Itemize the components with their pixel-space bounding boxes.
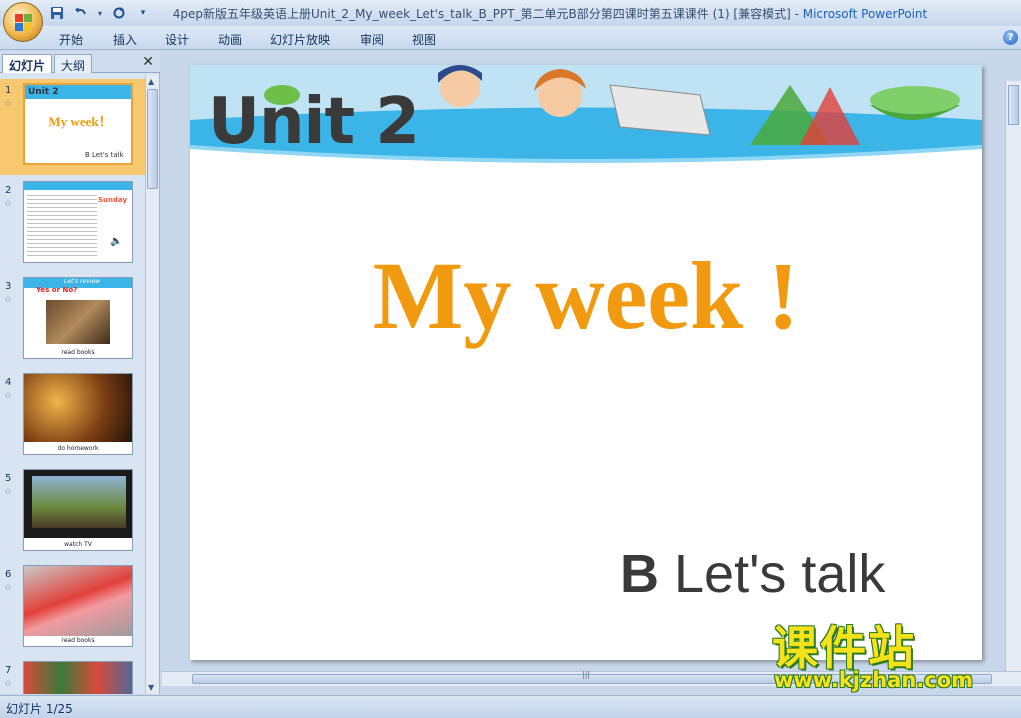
slide-thumbnail-5[interactable]: 5 ☆ watch TV [0, 467, 145, 557]
thumb-photo [46, 300, 110, 344]
slide-title[interactable]: My week ! [190, 240, 982, 351]
scroll-thumb[interactable] [147, 89, 158, 189]
animation-star-icon: ☆ [4, 199, 13, 209]
thumb-caption: read books [61, 637, 95, 644]
thumb-photo [24, 566, 132, 636]
tab-view[interactable]: 视图 [412, 31, 436, 48]
subtitle-part-letter: B [620, 544, 659, 604]
slide-thumbnail-1[interactable]: 1 ☆ Unit 2 My week！ B Let's talk [0, 79, 145, 175]
grip-icon: ||| [582, 670, 591, 679]
slide-thumbnail-list: 1 ☆ Unit 2 My week！ B Let's talk 2 ☆ Sun… [0, 75, 145, 694]
slide-scrollbar-vertical[interactable] [1005, 81, 1021, 681]
thumb-title: My week！ [48, 114, 112, 129]
animation-star-icon: ☆ [4, 679, 13, 689]
slide-thumbnail-image: Let's review Yes or No? read books [23, 277, 133, 359]
slide-thumbnail-2[interactable]: 2 ☆ Sunday 🔈 [0, 179, 145, 269]
animation-star-icon: ☆ [4, 391, 13, 401]
tab-insert[interactable]: 插入 [113, 31, 137, 48]
watermark-url: www.kjzhan.com [774, 668, 974, 692]
pane-tabs: 幻灯片 大纲 ✕ [0, 51, 160, 73]
title-separator: - [790, 7, 803, 21]
animation-star-icon: ☆ [4, 99, 13, 109]
slide-thumbnail-image: Unit 2 My week！ B Let's talk [23, 83, 133, 165]
animation-star-icon: ☆ [4, 295, 13, 305]
slide-thumbnail-image: do homework [23, 373, 133, 455]
tab-review[interactable]: 审阅 [360, 31, 384, 48]
thumb-photo [24, 374, 132, 442]
slide-number: 3 [5, 281, 12, 292]
unit-title[interactable]: Unit 2 [208, 85, 420, 159]
thumb-tag: Yes or No? [36, 286, 78, 294]
slide-thumbnail-3[interactable]: 3 ☆ Let's review Yes or No? read books [0, 275, 145, 365]
help-icon[interactable]: ? [1003, 30, 1018, 45]
thumb-banner [24, 182, 132, 190]
animation-star-icon: ☆ [4, 583, 13, 593]
slide-number: 4 [5, 377, 12, 388]
thumb-text-lines [27, 192, 97, 256]
scroll-down-icon[interactable]: ▼ [148, 683, 154, 692]
scroll-thumb[interactable] [1008, 85, 1019, 125]
slide-thumbnail-image: read books [23, 565, 133, 647]
thumb-caption: watch TV [64, 541, 92, 548]
subtitle-text: Let's talk [659, 544, 886, 604]
redo-icon[interactable] [110, 5, 128, 22]
slide-number: 2 [5, 185, 12, 196]
office-button[interactable] [3, 2, 43, 42]
office-logo-icon [15, 14, 33, 32]
tab-slides[interactable]: 幻灯片 [2, 54, 53, 73]
slides-pane: 幻灯片 大纲 ✕ 1 ☆ Unit 2 My week！ B Let's tal… [0, 51, 160, 694]
current-slide[interactable]: Unit 2 My week ! B Let's talk [190, 65, 982, 660]
window-title: 4pep新版五年级英语上册Unit_2_My_week_Let's_talk_B… [150, 5, 950, 22]
tab-outline[interactable]: 大纲 [54, 54, 93, 73]
scroll-up-icon[interactable]: ▲ [148, 77, 154, 86]
slide-counter: 幻灯片 1/25 [6, 702, 73, 716]
title-bar: ▾ ▾ 4pep新版五年级英语上册Unit_2_My_week_Let's_ta… [0, 0, 1021, 42]
save-icon[interactable] [48, 5, 66, 22]
slide-thumbnail-4[interactable]: 4 ☆ do homework [0, 371, 145, 461]
thumb-title: Sunday [98, 196, 128, 204]
watermark-logo: 课件站 www.kjzhan.com [768, 612, 1008, 698]
chevron-down-icon[interactable]: ▾ [96, 5, 104, 22]
thumb-photo [32, 476, 126, 528]
slide-number: 5 [5, 473, 12, 484]
thumbnail-scrollbar[interactable]: ▲ ▼ [145, 75, 159, 694]
slide-number: 6 [5, 569, 12, 580]
slide-editor: Unit 2 My week ! B Let's talk ||| [162, 51, 1021, 694]
tab-design[interactable]: 设计 [165, 31, 189, 48]
animation-star-icon: ☆ [4, 487, 13, 497]
tab-animations[interactable]: 动画 [218, 31, 242, 48]
thumb-photo [24, 662, 132, 694]
slide-thumbnail-6[interactable]: 6 ☆ read books [0, 563, 145, 653]
document-name: 4pep新版五年级英语上册Unit_2_My_week_Let's_talk_B… [172, 7, 791, 21]
thumb-caption: do homework [57, 445, 99, 452]
app-name: Microsoft PowerPoint [802, 7, 928, 21]
status-bar: 幻灯片 1/25 [0, 695, 1021, 718]
slide-thumbnail-image: Sunday 🔈 [23, 181, 133, 263]
slide-thumbnail-image [23, 661, 133, 694]
slide-number: 7 [5, 665, 12, 676]
slide-subtitle[interactable]: B Let's talk [620, 543, 885, 605]
thumb-unit-title: Unit 2 [28, 87, 59, 97]
undo-icon[interactable] [72, 5, 90, 22]
slide-thumbnail-image: watch TV [23, 469, 133, 551]
tab-slideshow[interactable]: 幻灯片放映 [270, 31, 330, 48]
close-icon[interactable]: ✕ [142, 54, 154, 70]
thumb-caption: read books [61, 349, 95, 356]
tab-home[interactable]: 开始 [59, 31, 83, 48]
ribbon-tab-bar: 开始 插入 设计 动画 幻灯片放映 审阅 视图 ? [0, 26, 1021, 50]
speaker-icon: 🔈 [110, 236, 123, 247]
quick-access-toolbar: ▾ ▾ [48, 4, 152, 22]
slide-thumbnail-7[interactable]: 7 ☆ [0, 659, 145, 694]
slide-number: 1 [5, 85, 12, 96]
thumb-caption: B Let's talk [85, 151, 124, 159]
thumb-title: Let's review [64, 278, 101, 285]
